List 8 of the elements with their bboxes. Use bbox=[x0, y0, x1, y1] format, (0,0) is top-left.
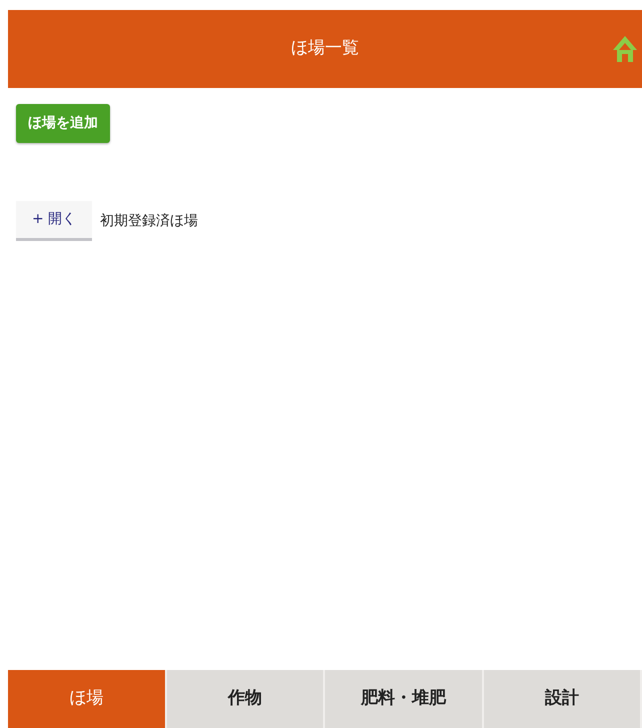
group-name: 初期登録済ほ場 bbox=[100, 212, 198, 230]
home-icon[interactable] bbox=[612, 34, 638, 64]
expand-button[interactable]: + 開く bbox=[16, 201, 92, 241]
tab[interactable]: 作物 bbox=[166, 670, 325, 728]
tab[interactable]: ほ場 bbox=[8, 670, 166, 728]
tab[interactable]: 肥料・堆肥 bbox=[325, 670, 484, 728]
page-title: ほ場一覧 bbox=[291, 37, 359, 60]
tab[interactable]: 設計 bbox=[484, 670, 642, 728]
